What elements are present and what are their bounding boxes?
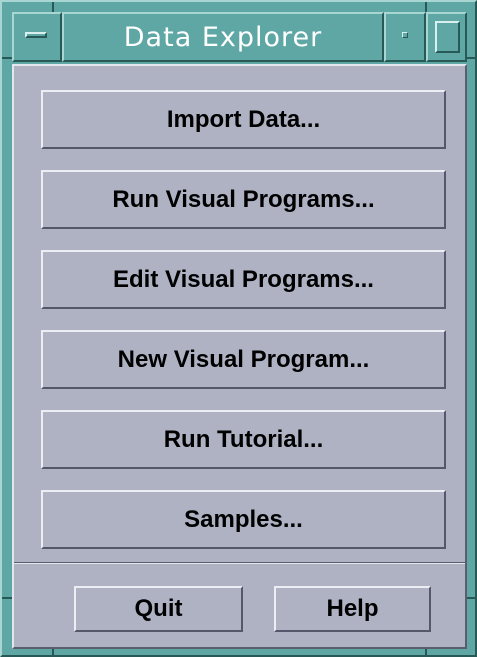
run-tutorial-button[interactable]: Run Tutorial... (41, 410, 446, 469)
window-menu-button[interactable] (12, 12, 62, 62)
samples-button[interactable]: Samples... (41, 490, 446, 549)
minimize-icon (402, 32, 408, 38)
window-frame[interactable]: Data Explorer Import Data... Run Visual … (0, 0, 477, 657)
new-visual-program-button[interactable]: New Visual Program... (41, 330, 446, 389)
title-bar[interactable]: Data Explorer (12, 12, 467, 62)
import-data-button[interactable]: Import Data... (41, 90, 446, 149)
run-visual-programs-button[interactable]: Run Visual Programs... (41, 170, 446, 229)
help-button[interactable]: Help (274, 586, 431, 632)
title-area[interactable]: Data Explorer (62, 12, 384, 62)
quit-button[interactable]: Quit (74, 586, 243, 632)
maximize-button[interactable] (426, 12, 467, 62)
window-title: Data Explorer (123, 21, 323, 53)
edit-visual-programs-button[interactable]: Edit Visual Programs... (41, 250, 446, 309)
client-area: Import Data... Run Visual Programs... Ed… (12, 64, 467, 649)
footer-separator (14, 562, 465, 564)
minimize-button[interactable] (384, 12, 426, 62)
maximize-icon (435, 21, 460, 53)
window-menu-icon (25, 32, 47, 38)
